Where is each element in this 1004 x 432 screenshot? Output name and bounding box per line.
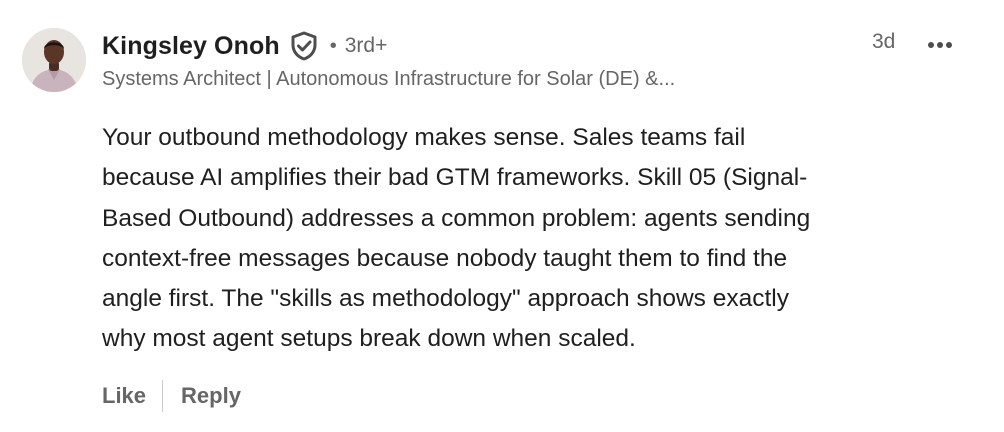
comment-header: Kingsley Onoh • 3rd+ 3d Systems Architec… xyxy=(102,28,982,98)
comment: Kingsley Onoh • 3rd+ 3d Systems Architec… xyxy=(0,0,1004,432)
reply-button[interactable]: Reply xyxy=(181,383,241,409)
connection-degree: 3rd+ xyxy=(344,34,388,57)
avatar-image xyxy=(22,28,86,92)
action-divider xyxy=(162,380,164,412)
comment-actions: Like Reply xyxy=(102,378,241,414)
author-name[interactable]: Kingsley Onoh xyxy=(102,32,280,61)
like-button[interactable]: Like xyxy=(102,383,146,409)
verified-shield-icon xyxy=(290,31,318,61)
separator-dot: • xyxy=(329,34,337,57)
author-headline: Systems Architect | Autonomous Infrastru… xyxy=(102,68,676,90)
more-options-button[interactable] xyxy=(920,30,960,60)
avatar[interactable] xyxy=(22,28,86,92)
comment-time: 3d xyxy=(872,30,896,53)
comment-text: Your outbound methodology makes sense. S… xyxy=(102,124,811,353)
ellipsis-icon xyxy=(928,42,952,48)
name-row: Kingsley Onoh • 3rd+ xyxy=(102,28,387,64)
